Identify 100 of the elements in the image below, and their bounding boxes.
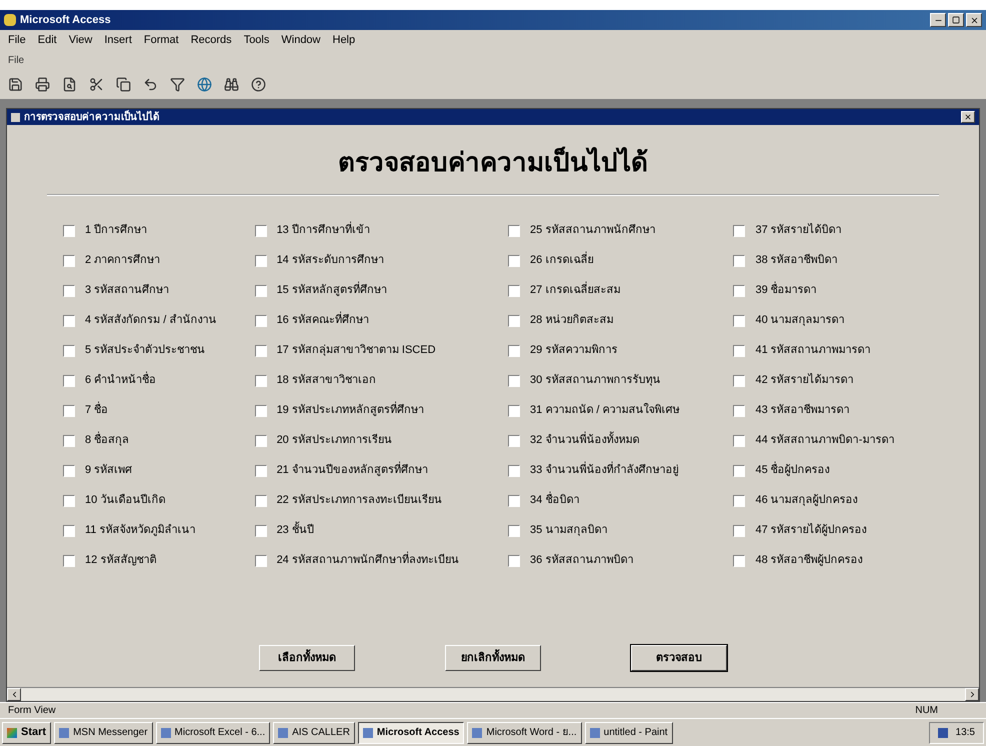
taskbar-item[interactable]: AIS CALLER [273,722,355,744]
checkbox[interactable] [63,314,75,326]
taskbar-item[interactable]: Microsoft Word - ย... [467,722,582,744]
undo-icon[interactable] [143,77,158,92]
checkbox[interactable] [254,254,267,266]
checkbox[interactable] [733,284,746,296]
checkbox[interactable] [254,284,267,296]
checkbox[interactable] [254,404,267,416]
checkbox[interactable] [733,464,746,476]
checkbox[interactable] [733,434,746,446]
app-icon [590,728,600,738]
checkbox-label: 26 เกรดเฉลี่ย [530,252,594,269]
checkbox[interactable] [508,254,520,266]
checkbox[interactable] [63,524,75,536]
checkbox-label: 4 รหัสสังกัดกรม / สำนักงาน [85,313,216,328]
scroll-right-icon[interactable] [965,688,979,701]
filter-icon[interactable] [170,77,185,92]
menu-item[interactable]: View [68,32,92,48]
close-button[interactable] [961,111,975,123]
checkbox[interactable] [254,494,267,506]
checkbox-label: 9 รหัสเพศ [85,463,132,478]
checkbox[interactable] [254,224,267,236]
checkbox[interactable] [63,224,75,236]
maximize-button[interactable] [948,13,964,27]
taskbar-item[interactable]: untitled - Paint [584,722,673,744]
form-button[interactable]: ยกเลิกทั้งหมด [445,645,541,671]
checkbox[interactable] [254,464,267,476]
checkbox-label: 16 รหัสคณะที่ศึกษา [276,312,369,329]
checkbox[interactable] [63,494,75,506]
menu-item[interactable]: Insert [104,32,132,48]
checkbox[interactable] [733,554,746,566]
checkbox[interactable] [254,344,267,356]
checkbox[interactable] [508,434,520,446]
form-button[interactable]: เลือกทั้งหมด [259,645,355,671]
preview-icon[interactable] [62,77,77,92]
globe-icon[interactable] [197,77,212,92]
taskbar-item[interactable]: Microsoft Excel - 6... [156,722,270,744]
help-icon[interactable] [251,77,266,92]
form-button[interactable]: ตรวจสอบ [631,645,727,671]
start-button[interactable]: Start [2,722,52,744]
checkbox-label: 17 รหัสกลุ่มสาขาวิชาตาม ISCED [276,343,436,358]
checkbox[interactable] [508,284,520,296]
checkbox[interactable] [733,254,746,266]
checkbox[interactable] [63,284,75,296]
checkbox[interactable] [508,344,520,356]
checkbox[interactable] [508,374,520,386]
checkbox[interactable] [733,374,746,386]
checkbox-label: 21 จำนวนปีของหลักสูตรที่ศึกษา [276,462,428,479]
checkbox[interactable] [254,374,267,386]
taskbar-item[interactable]: MSN Messenger [54,722,153,744]
checkbox[interactable] [254,524,267,536]
menu-item[interactable]: Format [144,32,179,48]
checkbox[interactable] [733,404,746,416]
checkbox-label: 19 รหัสประเภทหลักสูตรที่ศึกษา [276,402,424,419]
checkbox[interactable] [733,344,746,356]
menu-item[interactable]: Tools [244,32,270,48]
form-heading: ตรวจสอบค่าความเป็นไปได้ [338,146,648,179]
checkbox[interactable] [63,344,75,356]
checkbox[interactable] [254,554,267,566]
app-icon [4,14,16,26]
checkbox[interactable] [733,224,746,236]
checkbox[interactable] [508,404,520,416]
checkbox[interactable] [63,464,75,476]
taskbar-item[interactable]: Microsoft Access [358,722,464,744]
checkbox[interactable] [733,314,746,326]
checkbox[interactable] [63,434,75,446]
checkbox[interactable] [733,494,746,506]
checkbox[interactable] [63,404,75,416]
menu-item[interactable]: File [8,32,26,48]
menu-item[interactable]: Window [281,32,320,48]
menu-item[interactable]: Edit [38,32,57,48]
checkbox[interactable] [508,314,520,326]
copy-icon[interactable] [116,77,131,92]
close-icon [964,113,972,121]
checkbox-label: 11 รหัสจังหวัดภูมิลำเนา [85,523,196,538]
save-icon[interactable] [8,77,23,92]
checkbox[interactable] [63,554,75,566]
checkbox-label: 43 รหัสอาชีพมารดา [755,402,850,418]
scissors-icon[interactable] [89,77,104,92]
search-icon[interactable] [224,77,239,92]
menu-item[interactable]: Records [190,32,232,48]
printer-icon[interactable] [35,77,50,92]
checkbox[interactable] [63,374,75,386]
checkbox[interactable] [508,464,520,476]
checkbox[interactable] [508,554,520,566]
checkbox-label: 8 ชื่อสกุล [85,432,130,449]
scroll-left-icon[interactable] [7,688,21,701]
checkbox[interactable] [508,224,520,236]
close-button[interactable] [966,13,982,27]
checkbox[interactable] [733,524,746,536]
checkbox[interactable] [508,524,520,536]
horizontal-scrollbar[interactable] [7,687,979,701]
checkbox[interactable] [508,494,520,506]
checkbox-label: 20 รหัสประเภทการเรียน [276,432,392,448]
checkbox[interactable] [254,314,267,326]
checkbox-label: 29 รหัสความพิการ [530,343,618,358]
checkbox[interactable] [63,254,75,266]
minimize-button[interactable] [930,13,946,27]
menu-item[interactable]: Help [332,32,356,48]
checkbox[interactable] [254,434,267,446]
